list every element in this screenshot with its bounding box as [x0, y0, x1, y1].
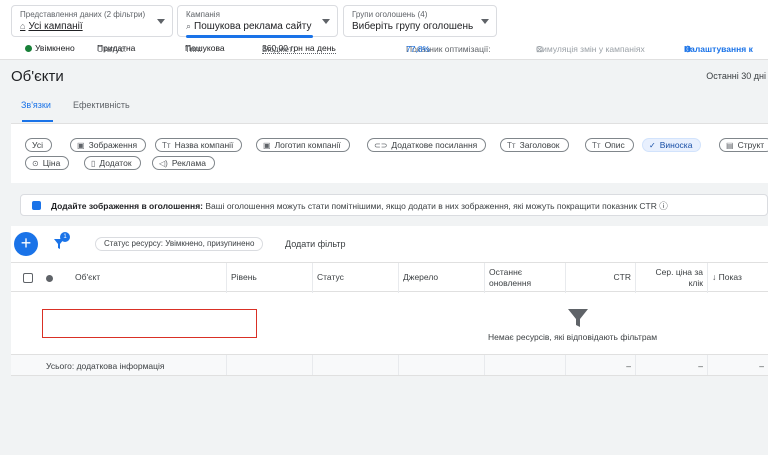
enabled-status[interactable]: Увімкнено: [35, 43, 75, 53]
image-suggestion-banner: Додайте зображення в оголошення: Ваші ог…: [20, 194, 768, 216]
col-status[interactable]: Статус: [313, 263, 399, 293]
tab-performance[interactable]: Ефективність: [73, 100, 130, 110]
megaphone-icon: ◁): [159, 159, 168, 168]
chip-logo[interactable]: ▣ Логотип компанії: [256, 138, 350, 152]
search-campaign-icon: ⌕: [186, 21, 192, 31]
empty-message: Немає ресурсів, які відповідають фільтра…: [488, 332, 658, 342]
active-tab-indicator: [22, 120, 53, 122]
link-icon: ⊂⊃: [374, 141, 388, 150]
enabled-status-icon: [25, 45, 32, 52]
chip-sitelink[interactable]: ⊂⊃ Додаткове посилання: [367, 138, 487, 152]
total-source: [399, 355, 485, 375]
total-label: Усього: додаткова інформація: [11, 355, 227, 375]
list-icon: ▤: [726, 141, 734, 150]
chip-description[interactable]: Tт Опис: [585, 138, 634, 152]
total-row: Усього: додаткова інформація – – –: [11, 354, 768, 376]
date-range[interactable]: Останні 30 дні: [706, 71, 766, 81]
select-all-checkbox[interactable]: [23, 273, 33, 283]
col-source[interactable]: Джерело: [399, 263, 485, 293]
check-icon: ✓: [649, 141, 656, 150]
ad-group-selector[interactable]: Групи оголошень (4) Виберіть групу оголо…: [343, 5, 497, 37]
data-view-caption: Представлення даних (2 фільтри): [20, 10, 146, 19]
col-avg-cpc[interactable]: Сер. ціна за клік: [636, 263, 708, 293]
col-impressions[interactable]: ↓ Показ: [708, 263, 768, 293]
total-status: [313, 355, 399, 375]
top-bar: Представлення даних (2 фільтри) ⌂ Усі кам…: [0, 0, 768, 60]
add-filter-button[interactable]: Додати фільтр: [285, 239, 345, 249]
phone-icon: ▯: [91, 159, 96, 168]
status-label: Статус:: [97, 44, 127, 54]
campaign-value: ⌕ Пошукова реклама сайту: [186, 21, 312, 32]
asset-type-chips: Усі ▣ Зображення Tт Назва компанії ▣ Логоти…: [11, 123, 768, 183]
campaign-icon: ⌂: [20, 21, 26, 31]
table-header: Об'єкт Рівень Статус Джерело Останнє онов…: [11, 262, 768, 293]
filter-count-badge: 1: [60, 232, 70, 242]
chip-price[interactable]: ⊙ Ціна: [25, 156, 70, 170]
chip-callout[interactable]: ✓ Виноска: [642, 138, 702, 152]
text-icon: Tт: [592, 141, 601, 150]
status-filter-chip[interactable]: Статус ресурсу: Увімкнено, призупинено: [95, 237, 264, 251]
chip-app[interactable]: ▯ Додаток: [84, 156, 141, 170]
chip-images[interactable]: ▣ Зображення: [70, 138, 147, 152]
col-level[interactable]: Рівень: [227, 263, 313, 293]
ad-group-caption: Групи оголошень (4): [352, 10, 428, 19]
chevron-down-icon: [481, 19, 489, 24]
total-avg-cpc: –: [636, 355, 708, 375]
total-ctr: –: [566, 355, 636, 375]
chip-promotion[interactable]: ◁) Реклама: [152, 156, 215, 170]
data-view-value: ⌂ Усі кампанії: [20, 21, 83, 32]
total-level: [227, 355, 313, 375]
total-impressions: –: [759, 361, 764, 371]
col-ctr[interactable]: CTR: [566, 263, 636, 293]
page-title: Об'єкти: [11, 68, 64, 85]
chip-structured[interactable]: ▤ Структ: [719, 138, 768, 152]
price-icon: ⊙: [32, 159, 39, 168]
status-dot-icon: [46, 275, 53, 282]
chevron-down-icon: [322, 19, 330, 24]
campaign-active-indicator: [186, 35, 313, 38]
banner-text: Ваші оголошення можуть стати помітнішими…: [205, 201, 657, 211]
highlight-box: [42, 309, 257, 338]
add-button[interactable]: +: [14, 232, 38, 256]
image-icon: ▣: [263, 141, 271, 150]
type-label: Тип:: [185, 44, 202, 54]
total-updated: [485, 355, 566, 375]
info-image-icon: [32, 201, 41, 210]
text-icon: Tт: [507, 141, 516, 150]
col-last-updated[interactable]: Останнє оновлення: [485, 263, 566, 293]
banner-title: Додайте зображення в оголошення:: [51, 201, 203, 211]
campaign-selector[interactable]: Кампанія ⌕ Пошукова реклама сайту: [177, 5, 338, 38]
optimization-value[interactable]: 77,8%: [406, 44, 430, 54]
campaign-status-row: Увімкнено Статус: Придатна Тип: Пошукова…: [0, 42, 768, 56]
text-icon: Tт: [162, 141, 171, 150]
chevron-down-icon: [157, 19, 165, 24]
chip-all[interactable]: Усі: [25, 138, 52, 152]
assets-table: + 1 Статус ресурсу: Увімкнено, призупине…: [11, 226, 768, 376]
campaign-caption: Кампанія: [186, 10, 220, 19]
help-icon[interactable]: ⓘ: [659, 201, 668, 211]
data-view-selector[interactable]: Представлення даних (2 фільтри) ⌂ Усі кам…: [11, 5, 173, 37]
col-object[interactable]: Об'єкт: [71, 263, 227, 293]
empty-state: Немає ресурсів, які відповідають фільтра…: [11, 292, 768, 354]
filter-empty-icon: [568, 309, 588, 327]
budget-label: Бюджет:: [262, 44, 296, 54]
chip-headline[interactable]: Tт Заголовок: [500, 138, 569, 152]
image-icon: ▣: [77, 141, 85, 150]
chip-business-name[interactable]: Tт Назва компанії: [155, 138, 243, 152]
ad-group-value: Виберіть групу оголошень: [352, 21, 474, 32]
tab-relations[interactable]: Зв'язки: [21, 100, 51, 110]
